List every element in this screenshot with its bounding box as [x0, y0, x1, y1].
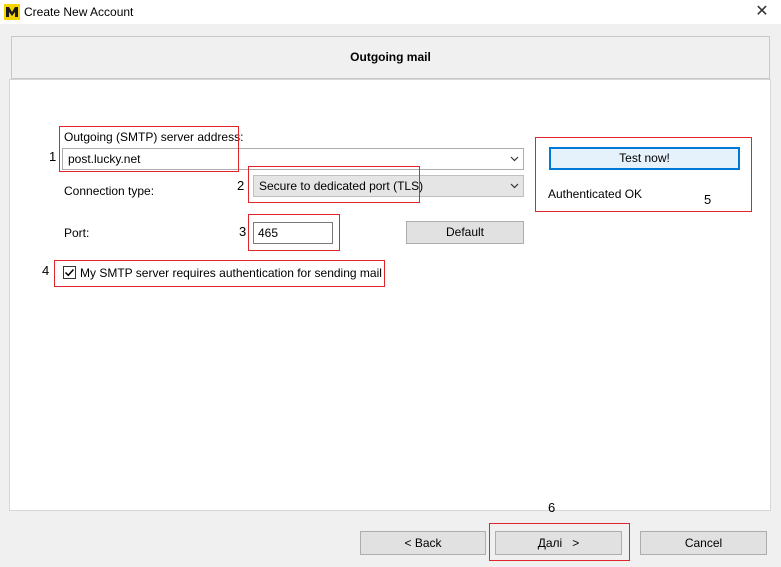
back-button[interactable]: < Back [360, 531, 486, 555]
default-button[interactable]: Default [406, 221, 524, 244]
annotation-number-1: 1 [49, 149, 57, 164]
window-title: Create New Account [24, 5, 134, 19]
cancel-button[interactable]: Cancel [640, 531, 767, 555]
app-icon [4, 4, 20, 20]
next-button[interactable]: Далі > [495, 531, 622, 555]
annotation-box-4 [54, 260, 385, 287]
chevron-down-icon[interactable] [510, 154, 519, 163]
annotation-number-3: 3 [239, 224, 247, 239]
wizard-header: Outgoing mail [11, 36, 770, 79]
annotation-box-1 [59, 126, 239, 172]
page-title: Outgoing mail [350, 50, 431, 64]
annotation-number-5: 5 [704, 192, 712, 207]
close-icon[interactable]: ✕ [752, 2, 772, 22]
title-bar: Create New Account ✕ [0, 0, 781, 24]
annotation-box-3 [248, 214, 340, 251]
annotation-number-4: 4 [42, 263, 50, 278]
chevron-down-icon[interactable] [510, 181, 519, 190]
annotation-box-2 [248, 166, 420, 203]
connection-type-label: Connection type: [64, 184, 155, 198]
port-label: Port: [64, 226, 90, 240]
annotation-number-2: 2 [237, 178, 245, 193]
annotation-number-6: 6 [548, 500, 556, 515]
annotation-box-5 [535, 137, 752, 212]
